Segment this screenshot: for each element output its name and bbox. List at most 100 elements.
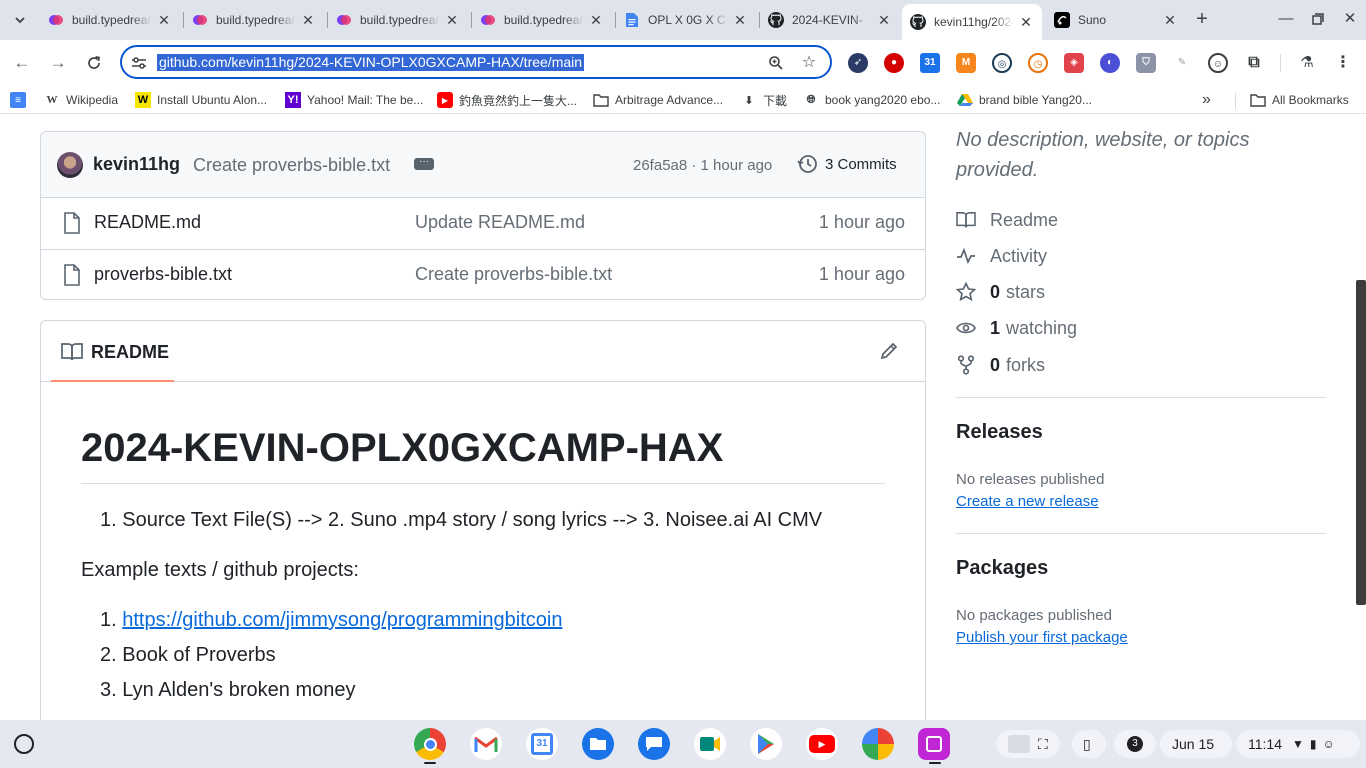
suno-icon — [1054, 12, 1070, 28]
launcher-icon[interactable] — [14, 734, 34, 754]
more-vert-icon[interactable]: ⋮ — [1333, 53, 1353, 73]
file-icon — [64, 264, 80, 286]
bookmark-install-ubuntu[interactable]: W Install Ubuntu Alon... — [135, 90, 267, 110]
readme-link[interactable]: Readme — [956, 207, 1058, 233]
url-text[interactable]: github.com/kevin11hg/2024-KEVIN-OPLX0GXC… — [157, 54, 585, 71]
page-scrollbar[interactable] — [1356, 280, 1366, 605]
bookmark-star-icon[interactable]: ☆ — [799, 53, 819, 73]
battery-icon: ▮ — [1309, 737, 1317, 751]
watching-link[interactable]: 1 watching — [956, 315, 1077, 341]
forks-link[interactable]: 0 forks — [956, 352, 1045, 378]
commit-message[interactable]: Create proverbs-bible.txt — [193, 155, 390, 176]
packages-heading[interactable]: Packages — [956, 557, 1048, 580]
commit-hash-time[interactable]: 26fa5a8 · 1 hour ago — [633, 157, 772, 174]
bot-extension-icon[interactable]: ☺ — [1208, 53, 1228, 73]
close-icon[interactable]: ✕ — [156, 12, 172, 28]
apps-icon[interactable]: ≡ — [10, 90, 32, 110]
meet-icon[interactable] — [694, 728, 726, 760]
rocket-extension-icon[interactable]: ➶ — [848, 53, 868, 73]
chrome-icon[interactable] — [414, 728, 446, 760]
close-icon[interactable]: ✕ — [300, 12, 316, 28]
messages-icon[interactable] — [638, 728, 670, 760]
tab-search-button[interactable] — [8, 8, 32, 32]
stars-link[interactable]: 0 stars — [956, 279, 1045, 305]
youtube-icon[interactable]: ▶ — [806, 728, 838, 760]
feather-extension-icon[interactable]: ✎ — [1172, 53, 1192, 73]
labs-flask-icon[interactable]: ⚗ — [1297, 53, 1317, 73]
close-icon[interactable]: ✕ — [588, 12, 604, 28]
pencil-icon[interactable] — [879, 341, 899, 361]
table-row[interactable]: proverbs-bible.txt Create proverbs-bible… — [41, 249, 925, 300]
tab-6[interactable]: 2024-KEVIN- ✕ — [760, 6, 900, 34]
file-commit-message[interactable]: Create proverbs-bible.txt — [415, 264, 612, 285]
close-icon[interactable]: ✕ — [1162, 12, 1178, 28]
privacy-extension-icon[interactable]: ⛉ — [1136, 53, 1156, 73]
ellipsis-icon[interactable]: ··· — [414, 157, 434, 170]
metamask-extension-icon[interactable]: M — [956, 53, 976, 73]
maximize-icon[interactable] — [1306, 8, 1330, 32]
commits-history-link[interactable]: 3 Commits — [797, 153, 897, 175]
file-name[interactable]: README.md — [94, 212, 201, 233]
tab-5[interactable]: OPL X 0G X C ✕ — [616, 6, 756, 34]
back-arrow-icon[interactable]: ← — [9, 50, 35, 76]
close-window-icon[interactable]: ✕ — [1338, 8, 1362, 32]
site-settings-icon[interactable] — [130, 54, 148, 72]
calendar-extension-icon[interactable]: 31 — [920, 53, 940, 73]
holding-space-pill[interactable]: ⛶ — [996, 730, 1060, 758]
gmail-icon[interactable] — [470, 728, 502, 760]
download-icon: ⬇ — [744, 94, 754, 107]
address-bar[interactable]: github.com/kevin11hg/2024-KEVIN-OPLX0GXC… — [120, 45, 832, 79]
tab-3[interactable]: build.typedream ✕ — [328, 6, 468, 34]
bookmark-brand-bible[interactable]: brand bible Yang20... — [957, 90, 1092, 110]
more-bookmarks-chevron-icon[interactable]: » — [1202, 90, 1211, 110]
file-name[interactable]: proverbs-bible.txt — [94, 264, 232, 285]
app-icon[interactable] — [918, 728, 950, 760]
compass-extension-icon[interactable]: ◎ — [992, 53, 1012, 73]
bookmark-wikipedia[interactable]: W Wikipedia — [44, 90, 119, 110]
all-bookmarks-folder[interactable]: All Bookmarks — [1250, 90, 1349, 110]
activity-link[interactable]: Activity — [956, 243, 1047, 269]
photos-icon[interactable] — [862, 728, 894, 760]
publish-package-link[interactable]: Publish your first package — [956, 629, 1128, 646]
reload-icon[interactable] — [81, 50, 107, 76]
zoom-icon[interactable] — [766, 53, 786, 73]
sidebar-divider — [956, 397, 1326, 398]
adblock-extension-icon[interactable]: ● — [884, 53, 904, 73]
close-icon[interactable]: ✕ — [876, 12, 892, 28]
close-icon[interactable]: ✕ — [1018, 14, 1034, 30]
tab-7-active[interactable]: kevin11hg/2024 ✕ — [902, 4, 1042, 40]
bookmark-downloads[interactable]: ⬇ 下載 — [741, 90, 787, 110]
calendar-icon[interactable]: 31 — [526, 728, 558, 760]
commit-author[interactable]: kevin11hg — [93, 154, 180, 175]
create-release-link[interactable]: Create a new release — [956, 493, 1099, 510]
avatar[interactable] — [57, 152, 83, 178]
bookmark-label: brand bible Yang20... — [979, 93, 1092, 107]
phone-hub-icon[interactable]: ▯ — [1072, 730, 1106, 758]
bookmark-book-yang[interactable]: 🌐︎ book yang2020 ebo... — [803, 90, 941, 110]
tab-1[interactable]: build.typedream ✕ — [40, 6, 180, 34]
close-icon[interactable]: ✕ — [444, 12, 460, 28]
status-area[interactable]: 11:14 ▼ ▮ ☺ — [1236, 730, 1360, 758]
shield-extension-icon[interactable]: ◈ — [1064, 53, 1084, 73]
tab-readme[interactable]: README — [51, 321, 174, 382]
programmingbitcoin-link[interactable]: https://github.com/jimmysong/programming… — [122, 609, 562, 631]
forward-arrow-icon[interactable]: → — [45, 50, 71, 76]
bookmark-youtube-video[interactable]: ▶ 釣魚竟然釣上一隻大... — [437, 90, 577, 110]
releases-heading[interactable]: Releases — [956, 421, 1043, 444]
bookmark-arbitrage-folder[interactable]: Arbitrage Advance... — [593, 90, 723, 110]
wallet-extension-icon[interactable]: ◐ — [1100, 53, 1120, 73]
play-store-icon[interactable] — [750, 728, 782, 760]
tab-8[interactable]: Suno ✕ — [1046, 6, 1186, 34]
new-tab-button[interactable]: + — [1190, 8, 1214, 32]
date-pill[interactable]: Jun 15 — [1160, 730, 1232, 758]
file-commit-message[interactable]: Update README.md — [415, 212, 585, 233]
close-icon[interactable]: ✕ — [732, 12, 748, 28]
minimize-icon[interactable]: — — [1274, 8, 1298, 32]
bookmark-yahoo-mail[interactable]: Y! Yahoo! Mail: The be... — [285, 90, 423, 110]
clock-extension-icon[interactable]: ◷ — [1028, 53, 1048, 73]
tab-2[interactable]: build.typedream ✕ — [184, 6, 324, 34]
tab-4[interactable]: build.typedream ✕ — [472, 6, 612, 34]
files-icon[interactable] — [582, 728, 614, 760]
puzzle-extensions-icon[interactable]: ⧉ — [1244, 53, 1264, 73]
table-row[interactable]: README.md Update README.md 1 hour ago — [41, 198, 925, 249]
